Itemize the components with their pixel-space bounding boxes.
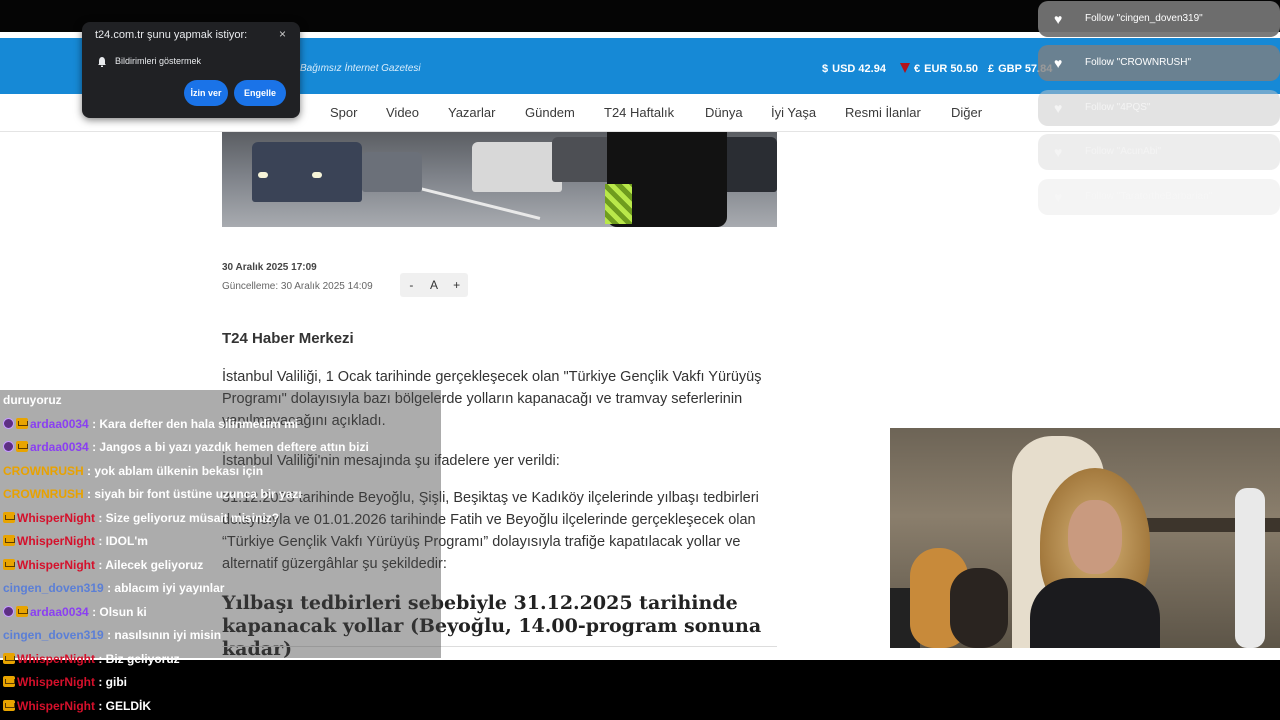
heart-icon: ♥ (1054, 144, 1063, 160)
currency-eur: € EUR 50.50 (900, 63, 978, 75)
chat-text: : Kara defter den hala silinmedim mi (92, 416, 299, 431)
nav-item-video[interactable]: Video (386, 105, 419, 120)
chat-message: CROWNRUSH : yok ablam ülkenin bekası içi… (3, 461, 263, 481)
nav-item-yazarlar[interactable]: Yazarlar (448, 105, 495, 120)
crown-badge-icon (16, 605, 28, 617)
chat-message: ardaa0034 : Kara defter den hala silinme… (3, 414, 298, 434)
bell-icon (98, 57, 106, 67)
chat-text: : GELDİK (98, 698, 152, 713)
chat-message: ardaa0034 : Jangos a bi yazı yazdık heme… (3, 437, 369, 457)
nav-item-dunya[interactable]: Dünya (705, 105, 743, 120)
font-increase-button[interactable]: + (445, 273, 468, 297)
chat-username[interactable]: cingen_doven319 (3, 581, 104, 595)
chat-username[interactable]: ardaa0034 (30, 605, 89, 619)
chat-message: WhisperNight : Ailecek geliyoruz (3, 555, 203, 575)
font-reset-button[interactable]: A (423, 273, 446, 297)
crown-badge-icon (3, 558, 15, 570)
block-button[interactable]: Engelle (234, 80, 286, 106)
crown-badge-icon (3, 511, 15, 523)
chat-text: : nasılsının iyi misin (107, 628, 222, 642)
chat-username[interactable]: cingen_doven319 (3, 628, 104, 642)
font-decrease-button[interactable]: - (400, 273, 423, 297)
moderator-badge-icon (3, 441, 14, 452)
chat-username[interactable]: ardaa0034 (30, 417, 89, 431)
chat-message: ardaa0034 : Olsun ki (3, 602, 147, 622)
chat-text: : Biz geliyoruz (98, 651, 180, 666)
chat-message: WhisperNight : Biz geliyoruz (3, 649, 180, 669)
chat-text: : siyah bir font üstüne uzunca bir yazı (87, 487, 302, 501)
follow-alert: ♥ Follow "AcunAbi" (1038, 134, 1280, 170)
crown-badge-icon (3, 676, 15, 687)
chat-username[interactable]: CROWNRUSH (3, 464, 84, 478)
moderator-badge-icon (3, 417, 14, 429)
follow-alert: ♥ Follow "4PQS" (1038, 90, 1280, 126)
chat-message: WhisperNight : Size geliyoruz müsait mis… (3, 508, 279, 528)
follow-alert: ♥ Follow "TaratortheBarbarian" (1038, 179, 1280, 215)
nav-item-iyi-yasa[interactable]: İyi Yaşa (771, 105, 816, 120)
chat-username[interactable]: CROWNRUSH (3, 487, 84, 501)
heart-icon: ♥ (1054, 189, 1063, 205)
permission-label: Bildirimleri göstermek (115, 56, 202, 66)
notification-permission-popup: t24.com.tr şunu yapmak istiyor: × Bildir… (82, 22, 300, 118)
crown-badge-icon (3, 699, 15, 711)
moderator-badge-icon (3, 605, 14, 617)
crown-badge-icon (3, 535, 15, 546)
chat-text: : Olsun ki (92, 604, 147, 619)
chat-username[interactable]: WhisperNight (17, 511, 95, 525)
chat-message: WhisperNight : IDOL'm (3, 531, 148, 551)
popup-title: t24.com.tr şunu yapmak istiyor: (95, 29, 248, 41)
site-tagline: Bağımsız İnternet Gazetesi (300, 63, 421, 74)
chat-username[interactable]: WhisperNight (17, 652, 95, 666)
nav-item-diger[interactable]: Diğer (951, 105, 982, 120)
chat-username[interactable]: WhisperNight (17, 675, 95, 689)
close-icon[interactable]: × (279, 27, 286, 41)
chat-username[interactable]: ardaa0034 (30, 440, 89, 454)
chat-message: WhisperNight : gibi (3, 672, 127, 692)
chat-message: duruyoruz (3, 390, 62, 410)
article-updated: Güncelleme: 30 Aralık 2025 14:09 (222, 281, 373, 292)
crown-badge-icon (3, 652, 15, 664)
chat-text: : ablacım iyi yayınlar (107, 581, 225, 595)
chat-text: duruyoruz (3, 393, 62, 407)
chat-text: : gibi (98, 675, 128, 689)
nav-item-t24-haftalik[interactable]: T24 Haftalık (604, 105, 674, 120)
article-hero-image (222, 132, 777, 227)
chat-text: : IDOL'm (98, 534, 148, 548)
font-size-controls: - A + (400, 273, 468, 297)
chat-message: CROWNRUSH : siyah bir font üstüne uzunca… (3, 484, 302, 504)
down-arrow-icon (900, 63, 910, 73)
crown-badge-icon (16, 441, 28, 452)
stream-chat-overlay: duruyoruz ardaa0034 : Kara defter den hal… (0, 390, 441, 720)
follow-alert: ♥ Follow "CROWNRUSH" (1038, 45, 1280, 81)
chat-message: WhisperNight : GELDİK (3, 696, 151, 716)
chat-username[interactable]: WhisperNight (17, 534, 95, 548)
chat-text: : Size geliyoruz müsait misiniz? (98, 510, 280, 525)
nav-item-resmi-ilanlar[interactable]: Resmi İlanlar (845, 105, 921, 120)
nav-item-gundem[interactable]: Gündem (525, 105, 575, 120)
chat-message: cingen_doven319 : ablacım iyi yayınlar (3, 578, 224, 598)
heart-icon: ♥ (1054, 100, 1063, 116)
allow-button[interactable]: İzin ver (184, 80, 228, 106)
nav-item-spor[interactable]: Spor (330, 105, 357, 120)
heart-icon: ♥ (1054, 55, 1063, 71)
chat-text: : Jangos a bi yazı yazdık hemen deftere … (92, 440, 369, 454)
chat-message: cingen_doven319 : nasılsının iyi misin (3, 625, 221, 645)
article-byline: T24 Haber Merkezi (222, 330, 354, 347)
chat-text: : Ailecek geliyoruz (98, 557, 204, 572)
chat-username[interactable]: WhisperNight (17, 558, 95, 572)
crown-badge-icon (16, 417, 28, 429)
webcam-feed (890, 428, 1280, 648)
currency-usd: $ USD 42.94 (822, 63, 886, 75)
chat-text: : yok ablam ülkenin bekası için (87, 463, 264, 478)
heart-icon: ♥ (1054, 11, 1063, 27)
follow-alert: ♥ Follow "cingen_doven319" (1038, 1, 1280, 37)
chat-username[interactable]: WhisperNight (17, 699, 95, 713)
article-date: 30 Aralık 2025 17:09 (222, 262, 317, 273)
